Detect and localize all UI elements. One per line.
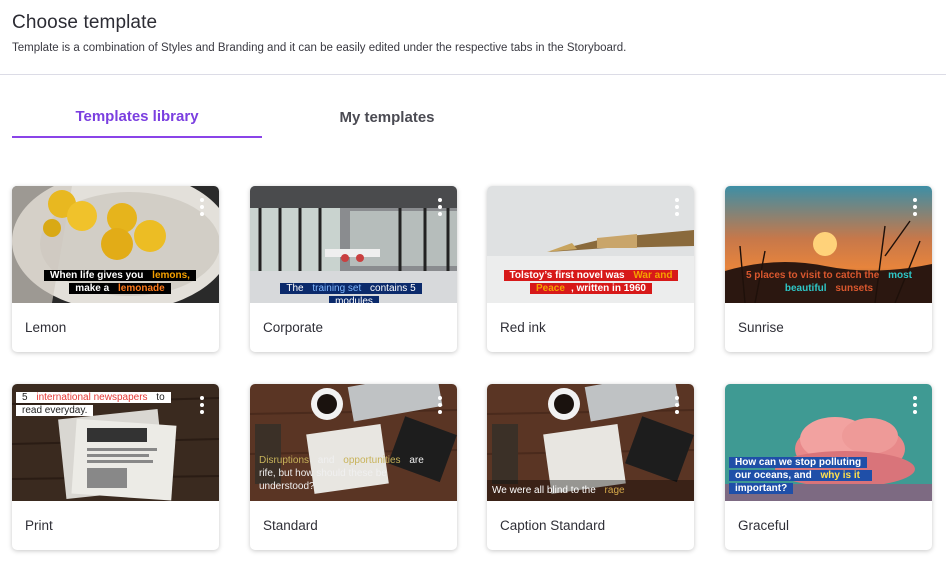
thumbnail-caption: 5 international newspapers to read every… [16, 391, 186, 417]
thumbnail-caption: When life gives you lemons, make a lemon… [40, 269, 200, 295]
kebab-menu-icon[interactable] [199, 396, 205, 414]
template-thumbnail-corporate: The training set contains 5 modules [250, 186, 457, 303]
template-card-graceful[interactable]: How can we stop polluting our oceans, an… [725, 384, 932, 550]
template-card-standard[interactable]: Disruptions and opportunities are rife, … [250, 384, 457, 550]
template-thumbnail-caption-standard: We were all blind to the rage [487, 384, 694, 501]
template-thumbnail-graceful: How can we stop polluting our oceans, an… [725, 384, 932, 501]
kebab-menu-icon[interactable] [199, 198, 205, 216]
kebab-menu-icon[interactable] [674, 198, 680, 216]
template-name: Graceful [738, 518, 790, 533]
kebab-menu-icon[interactable] [674, 396, 680, 414]
template-card-red-ink[interactable]: Tolstoy’s first novel was War and Peace,… [487, 186, 694, 352]
thumbnail-caption: Tolstoy’s first novel was War and Peace,… [501, 269, 681, 295]
thumbnail-caption: How can we stop polluting our oceans, an… [729, 456, 879, 495]
template-thumbnail-print: 5 international newspapers to read every… [12, 384, 219, 501]
thumbnail-caption: We were all blind to the rage [492, 485, 625, 496]
template-thumbnail-lemon: When life gives you lemons, make a lemon… [12, 186, 219, 303]
template-tabs: Templates library My templates [12, 96, 512, 140]
template-card-caption-standard[interactable]: We were all blind to the rage Caption St… [487, 384, 694, 550]
thumbnail-caption: Disruptions and opportunities are rife, … [259, 455, 424, 492]
kebab-menu-icon[interactable] [437, 396, 443, 414]
tab-my-templates[interactable]: My templates [262, 96, 512, 138]
template-thumbnail-sunrise: 5 places to visit to catch the most beau… [725, 186, 932, 303]
kebab-menu-icon[interactable] [437, 198, 443, 216]
template-thumbnail-standard: Disruptions and opportunities are rife, … [250, 384, 457, 501]
page-title: Choose template [12, 12, 158, 33]
template-card-lemon[interactable]: When life gives you lemons, make a lemon… [12, 186, 219, 352]
thumbnail-caption: The training set contains 5 modules [264, 282, 444, 303]
template-name: Red ink [500, 320, 546, 335]
template-name: Lemon [25, 320, 67, 335]
template-card-print[interactable]: 5 international newspapers to read every… [12, 384, 219, 550]
kebab-menu-icon[interactable] [912, 396, 918, 414]
template-thumbnail-red-ink: Tolstoy’s first novel was War and Peace,… [487, 186, 694, 303]
template-name: Corporate [263, 320, 324, 335]
template-name: Sunrise [738, 320, 784, 335]
template-name: Print [25, 518, 53, 533]
template-card-sunrise[interactable]: 5 places to visit to catch the most beau… [725, 186, 932, 352]
thumbnail-caption: 5 places to visit to catch the most beau… [745, 270, 913, 294]
page-header: Choose template Template is a combinatio… [0, 0, 946, 75]
page-subtitle: Template is a combination of Styles and … [12, 42, 627, 54]
tab-templates-library[interactable]: Templates library [12, 96, 262, 138]
kebab-menu-icon[interactable] [912, 198, 918, 216]
template-name: Caption Standard [500, 518, 606, 533]
template-name: Standard [263, 518, 318, 533]
template-card-corporate[interactable]: The training set contains 5 modules Corp… [250, 186, 457, 352]
